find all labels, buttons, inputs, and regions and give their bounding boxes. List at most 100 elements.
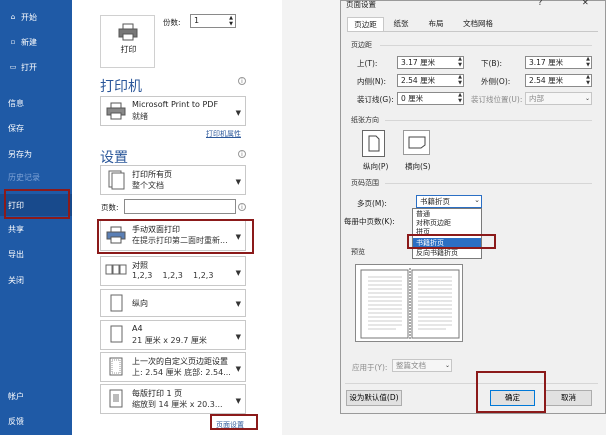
tab-layout[interactable]: 布局 [418,17,454,31]
sidebar-item-account[interactable]: 帐户 [0,387,72,405]
landscape-label: 横向(S) [405,162,431,171]
close-button[interactable]: ✕ [582,0,589,7]
printer-select[interactable]: Microsoft Print to PDF 就绪 ▼ [100,96,246,126]
sidebar-item-new[interactable]: ▫ 新建 [0,33,72,51]
pages-label: 页数: [101,203,119,212]
duplex-printer-icon [106,226,126,244]
collate-icon [105,264,127,275]
spinner-icon[interactable]: ▲ ▼ [458,74,462,86]
spinner-icon[interactable]: ▲ ▼ [586,74,590,86]
divider [385,120,592,121]
chevron-down-icon: ⌄ [444,362,450,369]
sidebar-item-save-as[interactable]: 另存为 [0,145,72,163]
orientation-select[interactable]: 纵向 ▼ [100,289,246,317]
dropdown-option[interactable]: 拼页 [416,228,430,236]
bottom-margin-input[interactable]: 3.17 厘米 ▲ ▼ [525,56,592,69]
spinner-icon[interactable]: ▲ ▼ [458,92,462,104]
ok-button[interactable]: 确定 [490,390,535,406]
sidebar-item-export[interactable]: 导出 [0,245,72,263]
gutter-input[interactable]: 0 厘米 ▲ ▼ [397,92,464,105]
help-button[interactable]: ? [538,0,542,7]
printer-name: Microsoft Print to PDF [132,100,219,109]
cancel-button[interactable]: 取消 [545,390,592,406]
dropdown-option[interactable]: 反向书籍折页 [416,249,458,257]
printer-icon [106,102,126,120]
sidebar-item-print[interactable]: 打印 [0,194,72,216]
divider [345,383,598,384]
margins-icon [109,357,123,376]
pages-section-title: 页码范围 [351,179,379,187]
top-margin-label: 上(T): [357,59,378,68]
chevron-down-icon: ▼ [235,233,241,241]
chevron-down-icon: ▼ [235,300,241,308]
tab-document-grid[interactable]: 文档网格 [455,17,501,31]
top-margin-input[interactable]: 3.17 厘米 ▲ ▼ [397,56,464,69]
sidebar-item-open[interactable]: ▭ 打开 [0,58,72,76]
printer-properties-link[interactable]: 打印机属性 [206,129,241,139]
option-line2: 上: 2.54 厘米 底部: 2.54... [132,368,231,377]
apply-to-select[interactable]: 整篇文档 ⌄ [392,359,452,372]
landscape-button[interactable] [403,130,430,155]
copies-spinner[interactable]: ▲ ▼ [229,15,233,27]
dropdown-option[interactable]: 普通 [416,210,430,218]
portrait-label: 纵向(P) [363,162,389,171]
sidebar-item-history[interactable]: 历史记录 [0,168,72,186]
dialog-title: 页面设置 [346,0,376,9]
sidebar-item-info[interactable]: 信息 [0,94,72,112]
preview-pane [355,264,463,342]
sidebar-item-save[interactable]: 保存 [0,119,72,137]
multiple-pages-select[interactable]: 书籍折页 ⌄ [416,195,482,208]
multiple-pages-dropdown-list: 普通 对称页边距 拼页 书籍折页 反向书籍折页 [412,208,482,259]
pages-per-sheet-icon [109,389,123,408]
new-doc-icon: ▫ [10,38,16,46]
info-icon[interactable]: i [238,150,246,158]
set-default-button[interactable]: 设为默认值(D) [346,390,402,406]
tab-margins[interactable]: 页边距 [347,17,384,31]
portrait-page-icon [368,135,380,152]
dropdown-option-selected[interactable]: 书籍折页 [413,238,481,248]
option-line2: 21 厘米 x 29.7 厘米 [132,336,207,345]
inside-margin-input[interactable]: 2.54 厘米 ▲ ▼ [397,74,464,87]
chevron-down-icon: ▼ [235,269,241,277]
dropdown-option[interactable]: 对称页边距 [416,219,451,227]
margins-select[interactable]: 上一次的自定义页边距设置 上: 2.54 厘米 底部: 2.54... ▼ [100,352,246,382]
backstage-sidebar: ⌂ 开始 ▫ 新建 ▭ 打开 信息 保存 另存为 历史记录 打印 共享 导出 关闭 帐… [0,0,72,435]
gutter-position-select[interactable]: 内部 ⌄ [525,92,592,105]
paper-size-select[interactable]: A4 21 厘米 x 29.7 厘米 ▼ [100,320,246,350]
tab-paper[interactable]: 纸张 [385,17,417,31]
printer-heading: 打印机 [100,79,142,95]
sidebar-item-home[interactable]: ⌂ 开始 [0,8,72,26]
chevron-down-icon: ▼ [235,178,241,186]
print-button[interactable]: 打印 [100,15,155,68]
multiple-pages-label: 多页(M): [357,199,387,208]
option-line2: 在提示打印第二面时重新... [132,236,228,245]
tab-divider [347,31,598,32]
spinner-icon[interactable]: ▲ ▼ [586,56,590,68]
bottom-margin-label: 下(B): [481,59,503,68]
page-setup-link[interactable]: 页面设置 [216,420,244,430]
sidebar-item-close[interactable]: 关闭 [0,271,72,289]
preview-section-title: 预览 [351,248,365,256]
duplex-select[interactable]: 手动双面打印 在提示打印第二面时重新... ▼ [100,220,246,251]
sidebar-item-feedback[interactable]: 反馈 [0,412,72,430]
copies-input[interactable]: 1 ▲ ▼ [190,14,236,28]
info-icon[interactable]: i [238,77,246,85]
option-line1: 上一次的自定义页边距设置 [132,357,228,366]
sidebar-item-share[interactable]: 共享 [0,220,72,238]
home-icon: ⌂ [10,13,16,21]
chevron-down-icon: ⌄ [584,95,590,102]
pages-input[interactable] [124,199,236,214]
collate-select[interactable]: 对照 1,2,3 1,2,3 1,2,3 ▼ [100,256,246,286]
chevron-down-icon: ▼ [235,333,241,341]
gutter-label: 装订线(G): [357,95,394,104]
print-range-select[interactable]: 打印所有页 整个文档 ▼ [100,165,246,195]
chevron-down-icon: ▼ [235,365,241,373]
option-line2: 缩放到 14 厘米 x 20.3... [132,400,223,409]
outside-margin-input[interactable]: 2.54 厘米 ▲ ▼ [525,74,592,87]
pages-per-sheet-select[interactable]: 每版打印 1 页 缩放到 14 厘米 x 20.3... ▼ [100,384,246,414]
info-icon[interactable]: i [238,203,246,211]
portrait-button[interactable] [362,130,385,157]
spinner-icon[interactable]: ▲ ▼ [458,56,462,68]
option-line1: 纵向 [132,299,148,308]
sheets-per-booklet-label: 每册中页数(K): [344,217,395,226]
